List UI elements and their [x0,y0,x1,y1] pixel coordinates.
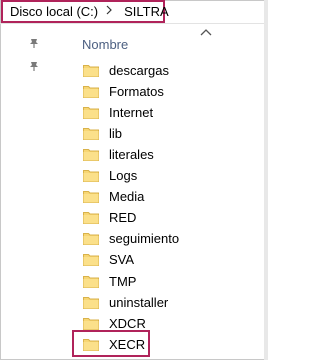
folder-icon [83,127,99,140]
list-item[interactable]: Media [75,187,255,207]
pin-icon[interactable] [28,36,40,48]
list-item[interactable]: RED [75,208,255,228]
breadcrumb-siltra[interactable]: SILTRA [124,4,169,19]
list-item[interactable]: uninstaller [75,292,255,312]
breadcrumb-drive[interactable]: Disco local (C:) [10,4,98,19]
column-header-name[interactable]: Nombre [82,37,128,52]
folder-icon [83,64,99,77]
list-item[interactable]: Internet [75,102,255,122]
list-item[interactable]: literales [75,144,255,164]
chevron-up-icon[interactable] [199,24,213,36]
folder-icon [83,296,99,309]
selection-highlight [72,330,150,357]
folder-icon [83,85,99,98]
folder-name: seguimiento [109,231,180,247]
folder-icon [83,148,99,161]
chevron-right-icon[interactable] [106,5,112,18]
folder-icon [83,253,99,267]
folder-name: Logs [109,168,138,183]
list-item[interactable]: seguimiento [75,229,255,249]
folder-name: uninstaller [109,294,169,310]
folder-name: Internet [109,104,154,120]
folder-name: lib [109,125,123,141]
navigation-pane [0,24,64,360]
folder-name: Formatos [109,83,164,99]
folder-icon [83,211,99,225]
pin-icon[interactable] [28,59,40,71]
list-item[interactable]: TMP [75,271,255,291]
folder-icon [83,169,99,182]
folder-name: RED [109,210,137,226]
folder-icon [83,190,99,204]
list-item[interactable]: lib [75,123,255,143]
list-item[interactable]: descargas [75,60,255,80]
folder-icon [83,275,99,288]
folder-name: descargas [109,62,169,78]
breadcrumb[interactable]: Disco local (C:) SILTRA [1,0,169,23]
folder-icon [83,232,99,246]
list-item[interactable]: SVA [75,250,255,270]
folder-name: TMP [109,273,137,289]
folder-icon [83,317,99,330]
folder-name: SVA [109,252,135,268]
folder-name: XDCR [109,315,146,331]
list-item[interactable]: Formatos [75,81,255,101]
folder-name: literales [109,146,154,162]
folder-name: Media [109,189,145,205]
folder-icon [83,106,99,119]
list-item[interactable]: Logs [75,166,255,186]
scrollbar[interactable] [264,0,268,360]
